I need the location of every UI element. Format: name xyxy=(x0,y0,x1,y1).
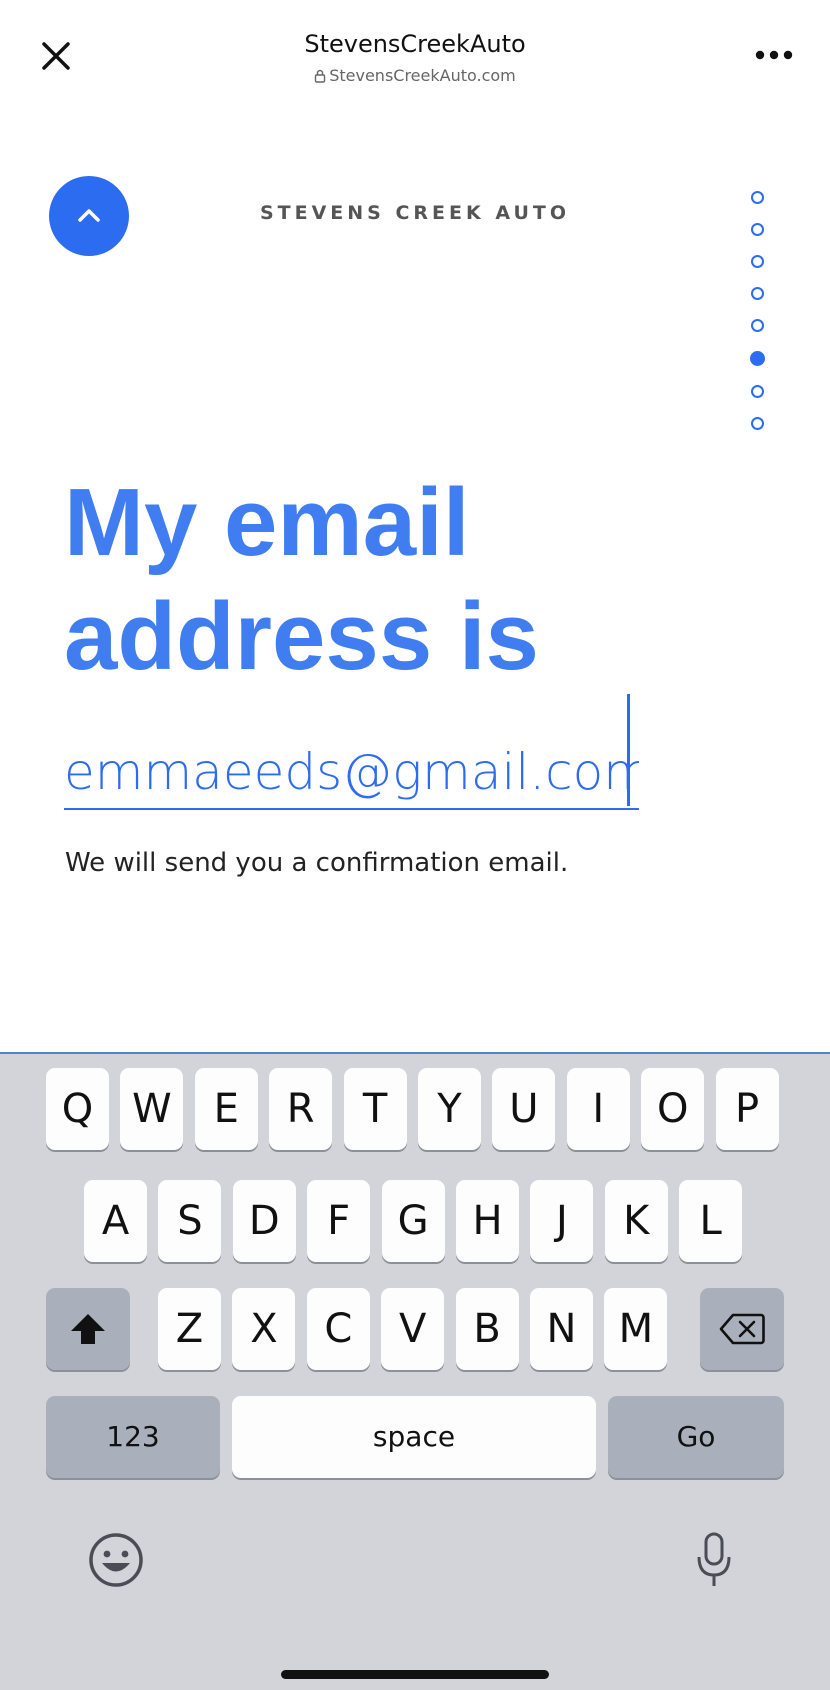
progress-dot[interactable] xyxy=(750,191,764,204)
key-y[interactable]: Y xyxy=(418,1068,481,1150)
home-indicator xyxy=(281,1670,549,1679)
more-horizontal-icon xyxy=(755,50,793,60)
shift-key[interactable] xyxy=(46,1288,130,1370)
key-j[interactable]: J xyxy=(530,1180,594,1262)
key-o[interactable]: O xyxy=(641,1068,705,1150)
key-p[interactable]: P xyxy=(715,1068,779,1150)
browser-header: StevensCreekAuto StevensCreekAuto.com xyxy=(0,0,830,110)
space-key[interactable]: space xyxy=(232,1396,596,1478)
key-d[interactable]: D xyxy=(232,1180,296,1262)
lock-icon xyxy=(315,69,326,83)
email-field[interactable] xyxy=(64,740,639,810)
key-q[interactable]: Q xyxy=(46,1068,109,1150)
progress-dot[interactable] xyxy=(750,385,764,398)
site-url-text: StevensCreekAuto.com xyxy=(329,66,516,85)
more-options-button[interactable] xyxy=(752,40,796,70)
key-c[interactable]: C xyxy=(306,1288,370,1370)
progress-indicator xyxy=(748,191,766,449)
key-k[interactable]: K xyxy=(604,1180,668,1262)
key-n[interactable]: N xyxy=(530,1288,593,1370)
key-m[interactable]: M xyxy=(604,1288,668,1370)
key-g[interactable]: G xyxy=(381,1180,445,1262)
key-u[interactable]: U xyxy=(492,1068,556,1150)
dictation-button[interactable] xyxy=(694,1530,734,1590)
key-i[interactable]: I xyxy=(566,1068,630,1150)
key-b[interactable]: B xyxy=(455,1288,519,1370)
progress-dot[interactable] xyxy=(749,351,765,366)
emoji-icon xyxy=(89,1533,143,1587)
text-cursor xyxy=(627,694,630,806)
progress-dot[interactable] xyxy=(750,417,764,430)
key-x[interactable]: X xyxy=(232,1288,296,1370)
key-h[interactable]: H xyxy=(456,1180,519,1262)
question-heading: My email address is xyxy=(64,469,539,690)
microphone-icon xyxy=(697,1532,731,1586)
progress-dot[interactable] xyxy=(750,319,764,332)
key-t[interactable]: T xyxy=(343,1068,407,1150)
progress-dot[interactable] xyxy=(750,255,764,268)
on-screen-keyboard: 123 space Go QWERTYUIOP ASDFGHJKL ZXCVBNM xyxy=(0,1052,830,1690)
backspace-icon xyxy=(719,1313,765,1345)
key-v[interactable]: V xyxy=(381,1288,445,1370)
site-title: StevensCreekAuto xyxy=(304,30,526,58)
key-r[interactable]: R xyxy=(269,1068,333,1150)
numbers-key[interactable]: 123 xyxy=(46,1396,220,1478)
key-e[interactable]: E xyxy=(194,1068,258,1150)
site-url: StevensCreekAuto.com xyxy=(0,66,830,85)
key-a[interactable]: A xyxy=(84,1180,147,1262)
hint-text: We will send you a confirmation email. xyxy=(65,848,569,878)
key-w[interactable]: W xyxy=(120,1068,184,1150)
key-f[interactable]: F xyxy=(307,1180,371,1262)
progress-dot[interactable] xyxy=(750,287,764,300)
key-z[interactable]: Z xyxy=(158,1288,221,1370)
key-s[interactable]: S xyxy=(158,1180,222,1262)
progress-dot[interactable] xyxy=(750,223,764,236)
go-key[interactable]: Go xyxy=(608,1396,784,1478)
delete-key[interactable] xyxy=(700,1288,784,1370)
emoji-button[interactable] xyxy=(86,1530,146,1590)
shift-icon xyxy=(71,1314,105,1344)
brand-name: STEVENS CREEK AUTO xyxy=(259,202,571,224)
key-l[interactable]: L xyxy=(679,1180,743,1262)
